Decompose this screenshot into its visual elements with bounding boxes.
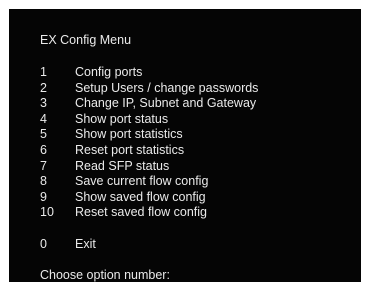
option-label: Config ports	[75, 65, 143, 79]
option-number: 9	[40, 189, 47, 204]
menu-option-save-flow-config[interactable]: 8 Save current flow config	[40, 174, 258, 190]
option-label: Exit	[75, 237, 96, 251]
menu-option-show-port-statistics[interactable]: 5 Show port statistics	[40, 127, 258, 143]
option-number: 0	[40, 237, 47, 251]
screen: EX Config Menu 1 Config ports 2 Setup Us…	[0, 0, 369, 282]
option-number: 1	[40, 65, 47, 79]
option-label: Setup Users / change passwords	[75, 80, 259, 95]
menu-options-list: 1 Config ports 2 Setup Users / change pa…	[40, 65, 258, 221]
menu-option-change-ip[interactable]: 3 Change IP, Subnet and Gateway	[40, 96, 258, 112]
menu-option-read-sfp-status[interactable]: 7 Read SFP status	[40, 159, 258, 175]
option-prompt[interactable]: Choose option number:	[40, 268, 170, 282]
menu-option-exit[interactable]: 0 Exit	[40, 237, 96, 253]
option-number: 10	[40, 205, 54, 220]
menu-title: EX Config Menu	[40, 33, 132, 47]
option-number: 7	[40, 158, 47, 173]
option-number: 4	[40, 111, 47, 126]
option-label: Read SFP status	[75, 158, 170, 173]
option-number: 2	[40, 80, 47, 95]
menu-option-config-ports[interactable]: 1 Config ports	[40, 65, 258, 81]
option-label: Show port statistics	[75, 127, 183, 142]
option-label: Change IP, Subnet and Gateway	[75, 96, 257, 111]
terminal-window: EX Config Menu 1 Config ports 2 Setup Us…	[9, 9, 361, 282]
option-label: Save current flow config	[75, 174, 209, 189]
option-number: 6	[40, 142, 47, 157]
menu-option-reset-saved-flow-config[interactable]: 10 Reset saved flow config	[40, 205, 258, 221]
option-label: Show port status	[75, 111, 169, 126]
option-label: Reset port statistics	[75, 142, 185, 157]
menu-option-show-port-status[interactable]: 4 Show port status	[40, 112, 258, 128]
option-number: 8	[40, 174, 47, 189]
menu-option-show-saved-flow-config[interactable]: 9 Show saved flow config	[40, 190, 258, 206]
option-label: Reset saved flow config	[75, 205, 208, 220]
menu-option-reset-port-statistics[interactable]: 6 Reset port statistics	[40, 143, 258, 159]
menu-option-setup-users[interactable]: 2 Setup Users / change passwords	[40, 81, 258, 97]
option-number: 3	[40, 96, 47, 111]
option-label: Show saved flow config	[75, 189, 206, 204]
option-number: 5	[40, 127, 47, 142]
